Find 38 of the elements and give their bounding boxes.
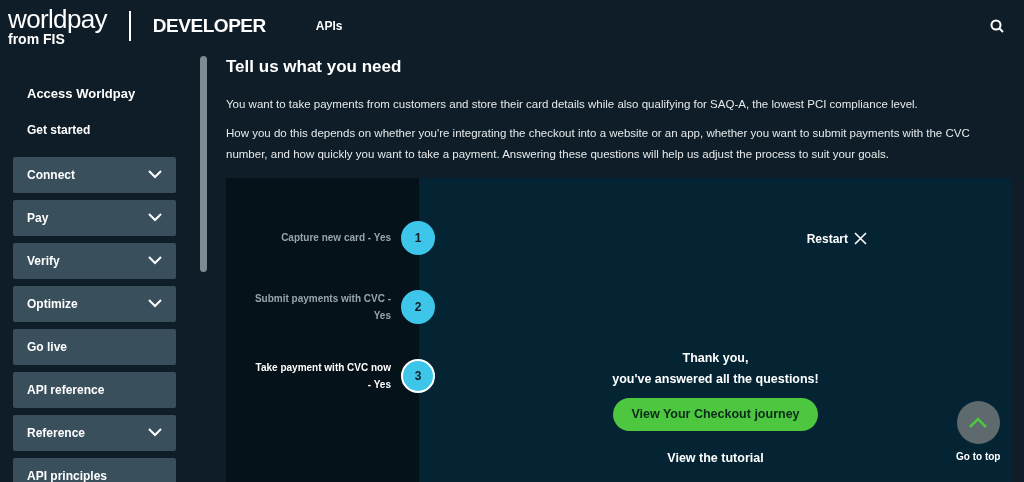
- logo-wordmark: worldpay: [8, 6, 107, 32]
- sidebar-item[interactable]: Reference: [13, 414, 176, 451]
- intro-paragraph: You want to take payments from customers and store their card details while also qualifying for SAQ-A, the lowest PCI compliance level.: [226, 96, 919, 112]
- step-label: Capture new card - Yes: [280, 231, 391, 245]
- step-label: Submit payments with CVC - Yes: [253, 291, 391, 323]
- sidebar-item[interactable]: Go live: [13, 328, 176, 365]
- chevron-down-icon: [148, 213, 162, 222]
- logo-subtitle: from FIS: [8, 32, 65, 46]
- sidebar-heading: Access Worldpay: [27, 85, 137, 103]
- chevron-down-icon: [148, 428, 162, 437]
- go-to-top-label: Go to top: [956, 450, 1001, 464]
- chevron-down-icon: [148, 170, 162, 179]
- tutorial-link[interactable]: View the tutorial: [667, 448, 764, 468]
- section-title: DEVELOPER: [152, 13, 266, 38]
- chevron-down-icon: [148, 299, 162, 308]
- chevron-down-icon: [148, 256, 162, 265]
- nav-link[interactable]: APIs: [315, 17, 343, 35]
- sidebar-item[interactable]: API reference: [13, 371, 176, 408]
- scrollbar-thumb[interactable]: [200, 56, 207, 272]
- intro-paragraph: How you do this depends on whether you're integrating the checkout into a website or an app, whether you want to submit payments with the CVC number, and how quickly you want to take a payment. Answering these questions will help us adjust the process to suit your goals.: [226, 125, 971, 162]
- page-heading: Tell us what you need: [226, 56, 403, 78]
- sidebar-item[interactable]: Connect: [13, 156, 176, 193]
- sidebar-item[interactable]: Pay: [13, 199, 176, 236]
- step-number[interactable]: 1: [401, 220, 435, 255]
- step-number[interactable]: 2: [401, 289, 435, 324]
- sidebar-item[interactable]: API principles: [13, 457, 176, 482]
- sidebar-item[interactable]: Verify: [13, 242, 176, 279]
- thank-you-text: Thank you,: [682, 349, 749, 367]
- checkout-journey-button[interactable]: View Your Checkout journey: [613, 397, 818, 431]
- sidebar-item[interactable]: Optimize: [13, 285, 176, 322]
- close-icon: [854, 232, 867, 245]
- step-label: Take payment with CVC now - Yes: [254, 360, 391, 392]
- search-icon[interactable]: [990, 19, 1004, 33]
- thank-you-text: you've answered all the questions!: [612, 370, 819, 388]
- chevron-up-icon: [969, 417, 988, 428]
- sidebar-link[interactable]: Get started: [27, 120, 176, 139]
- restart-button[interactable]: Restart: [806, 229, 867, 248]
- step-number[interactable]: 3: [401, 358, 435, 393]
